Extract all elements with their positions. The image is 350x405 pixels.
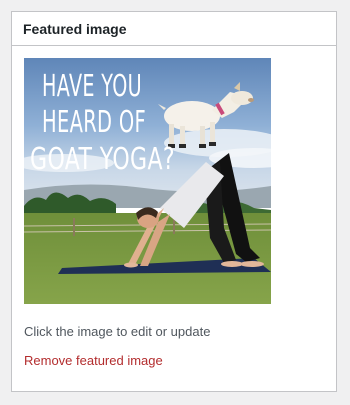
featured-image-panel: Featured image HAVE YOU HEARD OF GOAT YO…: [11, 11, 337, 392]
poster-line-1: HAVE YOU: [42, 69, 142, 104]
featured-image-graphic: HAVE YOU HEARD OF GOAT YOGA?: [24, 58, 271, 304]
panel-header: Featured image: [12, 12, 336, 46]
featured-image-thumbnail[interactable]: HAVE YOU HEARD OF GOAT YOGA?: [24, 58, 271, 304]
remove-featured-image-link[interactable]: Remove featured image: [24, 353, 163, 368]
poster-line-3: GOAT YOGA?: [30, 142, 175, 177]
panel-title: Featured image: [23, 20, 127, 37]
edit-hint-text: Click the image to edit or update: [24, 324, 211, 339]
poster-line-2: HEARD OF: [42, 105, 146, 140]
